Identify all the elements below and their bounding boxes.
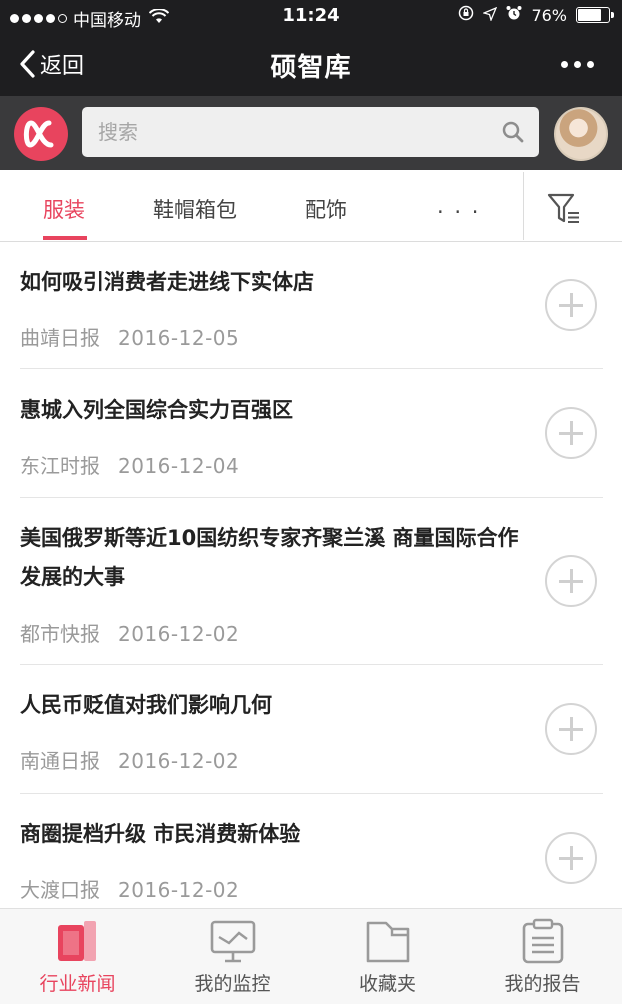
- article-date: 2016-12-02: [118, 749, 240, 773]
- tab-my-reports[interactable]: 我的报告: [465, 909, 620, 1004]
- avatar[interactable]: [554, 107, 608, 161]
- battery-icon: [576, 7, 614, 23]
- article-meta: 都市快报 2016-12-02: [20, 618, 239, 647]
- monitor-icon: [210, 920, 256, 963]
- article-title[interactable]: 人民币贬值对我们影响几何: [20, 686, 520, 725]
- tab-bar-label: 行业新闻: [39, 973, 116, 995]
- article-title[interactable]: 美国俄罗斯等近10国纺织专家齐聚兰溪 商量国际合作发展的大事: [20, 519, 520, 597]
- search-row: [0, 96, 622, 170]
- article-title[interactable]: 如何吸引消费者走进线下实体店: [20, 263, 520, 302]
- search-box[interactable]: [82, 107, 539, 157]
- tab-bar-label: 我的报告: [504, 973, 581, 995]
- location-icon: [482, 6, 498, 25]
- list-item[interactable]: 美国俄罗斯等近10国纺织专家齐聚兰溪 商量国际合作发展的大事 都市快报 2016-…: [20, 498, 603, 665]
- list-item[interactable]: 惠城入列全国综合实力百强区 东江时报 2016-12-04: [20, 369, 603, 498]
- report-icon: [522, 918, 564, 964]
- tab-bar-label: 我的监控: [194, 973, 271, 995]
- article-date: 2016-12-04: [118, 454, 240, 478]
- article-source: 东江时报: [20, 454, 100, 478]
- list-item[interactable]: 商圈提档升级 市民消费新体验 大渡口报 2016-12-02: [20, 794, 603, 924]
- article-meta: 东江时报 2016-12-04: [20, 450, 239, 479]
- page-title: 硕智库: [270, 53, 352, 83]
- app-logo[interactable]: [14, 107, 68, 161]
- tab-more[interactable]: . . .: [437, 194, 480, 218]
- add-icon[interactable]: [545, 832, 597, 884]
- battery-percent: 76%: [531, 5, 567, 25]
- tab-shoes-hats-bags[interactable]: 鞋帽箱包: [153, 194, 237, 224]
- tab-clothing[interactable]: 服装: [43, 194, 85, 224]
- nav-bar: 返回 硕智库: [0, 32, 622, 96]
- category-tabs: 服装 鞋帽箱包 配饰 . . .: [0, 170, 622, 242]
- article-source: 都市快报: [20, 622, 100, 646]
- more-options-button[interactable]: [561, 61, 594, 68]
- folder-icon: [366, 921, 410, 963]
- search-icon[interactable]: [501, 120, 525, 144]
- list-item[interactable]: 人民币贬值对我们影响几何 南通日报 2016-12-02: [20, 665, 603, 794]
- article-title[interactable]: 商圈提档升级 市民消费新体验: [20, 815, 520, 854]
- rotation-lock-icon: [458, 5, 474, 25]
- article-title[interactable]: 惠城入列全国综合实力百强区: [20, 391, 520, 430]
- article-date: 2016-12-02: [118, 878, 240, 902]
- list-item[interactable]: 如何吸引消费者走进线下实体店 曲靖日报 2016-12-05: [20, 242, 603, 369]
- add-icon[interactable]: [545, 555, 597, 607]
- add-icon[interactable]: [545, 279, 597, 331]
- tab-my-monitor[interactable]: 我的监控: [155, 909, 310, 1004]
- article-source: 大渡口报: [20, 878, 100, 902]
- logo-icon: [23, 120, 54, 148]
- add-icon[interactable]: [545, 407, 597, 459]
- article-meta: 南通日报 2016-12-02: [20, 745, 239, 774]
- article-meta: 曲靖日报 2016-12-05: [20, 322, 239, 351]
- article-source: 南通日报: [20, 749, 100, 773]
- filter-icon: [547, 193, 579, 223]
- tab-favorites[interactable]: 收藏夹: [310, 909, 465, 1004]
- industry-news-icon: [58, 921, 96, 961]
- battery-fill: [578, 9, 601, 21]
- article-source: 曲靖日报: [20, 326, 100, 350]
- article-date: 2016-12-02: [118, 622, 240, 646]
- tab-accessories[interactable]: 配饰: [305, 194, 347, 224]
- tabs-divider: [523, 172, 524, 240]
- alarm-icon: [506, 5, 522, 25]
- article-meta: 大渡口报 2016-12-02: [20, 874, 239, 903]
- filter-button[interactable]: [546, 192, 582, 230]
- active-tab-indicator: [43, 236, 87, 240]
- article-date: 2016-12-05: [118, 326, 240, 350]
- status-bar: 中国移动 11:24 76%: [0, 0, 622, 32]
- tab-bar-label: 收藏夹: [358, 973, 416, 995]
- bottom-tab-bar: 行业新闻 我的监控 收藏夹 我的报告: [0, 908, 622, 1004]
- tab-industry-news[interactable]: 行业新闻: [0, 909, 155, 1004]
- search-input[interactable]: [98, 107, 478, 157]
- add-icon[interactable]: [545, 703, 597, 755]
- status-right: 76%: [458, 5, 614, 25]
